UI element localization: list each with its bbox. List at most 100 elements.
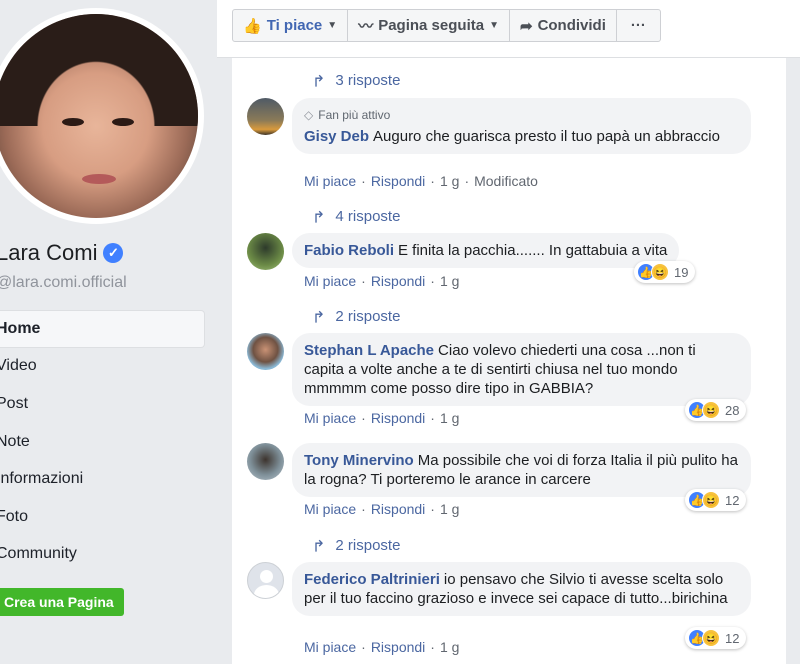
replies-count: 2 risposte [335, 536, 401, 554]
page-name-text[interactable]: Lara Comi [0, 240, 97, 266]
separator: · [361, 501, 366, 517]
reaction-count: 19 [674, 264, 689, 280]
reply-comment-link[interactable]: Rispondi [371, 501, 425, 517]
comment-author[interactable]: Federico Paltrinieri [304, 571, 440, 588]
like-comment-link[interactable]: Mi piace [304, 639, 356, 655]
like-page-button[interactable]: 👍 Ti piace ▼ [233, 10, 349, 41]
follow-page-button[interactable]: 〰 Pagina seguita ▼ [348, 10, 510, 41]
nav-item-video[interactable]: Video [0, 348, 205, 386]
view-replies-link[interactable]: ↳ 3 risposte [312, 70, 400, 90]
comment-time[interactable]: 1 g [440, 501, 459, 517]
more-options-button[interactable]: ··· [617, 10, 660, 41]
comment-time[interactable]: 1 g [440, 173, 459, 189]
share-arrow-icon: ➦ [519, 17, 533, 35]
haha-reaction-icon: 😆 [702, 629, 720, 647]
comment-bubble: Tony Minervino Ma possibile che voi di fo… [292, 443, 751, 497]
avatar[interactable] [247, 98, 284, 135]
comment-time[interactable]: 1 g [440, 410, 459, 426]
separator: · [361, 173, 366, 189]
avatar[interactable] [247, 333, 284, 370]
comment-author[interactable]: Tony Minervino [304, 452, 414, 469]
avatar[interactable] [247, 233, 284, 270]
reaction-summary[interactable]: 👍 😆 28 [685, 399, 747, 421]
verified-badge-icon: ✓ [103, 243, 124, 263]
reply-arrow-icon: ↳ [312, 307, 326, 324]
separator: · [430, 173, 435, 189]
reply-arrow-icon: ↳ [312, 536, 326, 553]
comment-time[interactable]: 1 g [440, 639, 459, 655]
comment-author[interactable]: Stephan L Apache [304, 342, 434, 359]
separator: · [464, 173, 470, 189]
comment-bubble: Stephan L Apache Ciao volevo chiederti un… [292, 333, 751, 406]
nav-item-post[interactable]: Post [0, 385, 205, 423]
caret-down-icon: ▼ [327, 20, 338, 31]
reply-comment-link[interactable]: Rispondi [371, 410, 425, 426]
comment-actions: Mi piace · Rispondi · 1 g [304, 639, 459, 655]
reaction-count: 28 [725, 402, 740, 418]
share-button[interactable]: ➦ Condividi [510, 10, 617, 41]
comment-bubble: Fabio Reboli E finita la pacchia....... I… [292, 233, 680, 268]
more-icon: ··· [630, 17, 646, 34]
comment-actions: Mi piace · Rispondi · 1 g [304, 410, 459, 426]
comment-actions: Mi piace · Rispondi · 1 g [304, 273, 459, 289]
reaction-count: 12 [725, 492, 740, 508]
nav-item-note[interactable]: Note [0, 423, 205, 461]
haha-reaction-icon: 😆 [702, 491, 720, 509]
follow-page-label: Pagina seguita [378, 17, 485, 34]
separator: · [361, 639, 366, 655]
page-action-bar: 👍 Ti piace ▼ 〰 Pagina seguita ▼ ➦ Condiv… [217, 0, 800, 58]
badge-label: Fan più attivo [318, 108, 391, 122]
diamond-icon: ◇ [304, 108, 314, 122]
view-replies-link[interactable]: ↳ 2 risposte [312, 306, 400, 326]
reply-comment-link[interactable]: Rispondi [371, 639, 425, 655]
separator: · [430, 501, 435, 517]
reaction-summary[interactable]: 👍 😆 19 [634, 261, 696, 283]
avatar[interactable] [247, 443, 284, 480]
profile-picture[interactable] [0, 8, 204, 224]
comment-author[interactable]: Fabio Reboli [304, 242, 394, 259]
comment-time[interactable]: 1 g [440, 273, 459, 289]
comment-actions: Mi piace · Rispondi · 1 g [304, 501, 459, 517]
separator: · [361, 273, 366, 289]
reply-comment-link[interactable]: Rispondi [371, 173, 425, 189]
reply-arrow-icon: ↳ [312, 71, 326, 88]
replies-count: 2 risposte [335, 307, 401, 325]
action-buttons: 👍 Ti piace ▼ 〰 Pagina seguita ▼ ➦ Condiv… [232, 9, 661, 42]
comment-author[interactable]: Gisy Deb [304, 128, 369, 145]
comment-text: E finita la pacchia....... In gattabuia … [398, 242, 668, 259]
reaction-summary[interactable]: 👍 😆 12 [685, 627, 747, 649]
nav-item-photos[interactable]: Foto [0, 498, 205, 536]
view-replies-link[interactable]: ↳ 2 risposte [312, 535, 400, 555]
reply-arrow-icon: ↳ [312, 207, 326, 224]
reaction-summary[interactable]: 👍 😆 12 [685, 489, 747, 511]
comment-bubble: Federico Paltrinieri io pensavo che Silvi… [292, 562, 751, 616]
reaction-count: 12 [725, 630, 740, 646]
separator: · [430, 639, 435, 655]
separator: · [361, 410, 366, 426]
replies-count: 4 risposte [335, 207, 401, 225]
haha-reaction-icon: 😆 [702, 401, 720, 419]
haha-reaction-icon: 😆 [651, 263, 669, 281]
page-nav: Home Video Post Note Informazioni Foto C… [0, 310, 205, 573]
rss-icon: 〰 [358, 18, 374, 35]
replies-count: 3 risposte [335, 71, 401, 89]
avatar[interactable] [247, 562, 284, 599]
caret-down-icon: ▼ [489, 20, 499, 31]
top-fan-badge: ◇ Fan più attivo [304, 106, 739, 125]
comment-text: Auguro che guarisca presto il tuo papà u… [373, 128, 720, 145]
reply-comment-link[interactable]: Rispondi [371, 273, 425, 289]
like-comment-link[interactable]: Mi piace [304, 501, 356, 517]
like-page-label: Ti piace [266, 17, 323, 34]
profile-photo [0, 14, 198, 218]
like-comment-link[interactable]: Mi piace [304, 273, 356, 289]
page-title[interactable]: Lara Comi ✓ [0, 240, 124, 266]
nav-item-community[interactable]: Community [0, 536, 205, 574]
nav-item-info[interactable]: Informazioni [0, 460, 205, 498]
like-comment-link[interactable]: Mi piace [304, 173, 356, 189]
edited-label[interactable]: Modificato [474, 173, 538, 189]
like-comment-link[interactable]: Mi piace [304, 410, 356, 426]
view-replies-link[interactable]: ↳ 4 risposte [312, 206, 400, 226]
nav-item-home[interactable]: Home [0, 310, 205, 348]
page-handle[interactable]: @lara.comi.official [0, 274, 127, 292]
create-page-button[interactable]: Crea una Pagina [0, 588, 124, 616]
